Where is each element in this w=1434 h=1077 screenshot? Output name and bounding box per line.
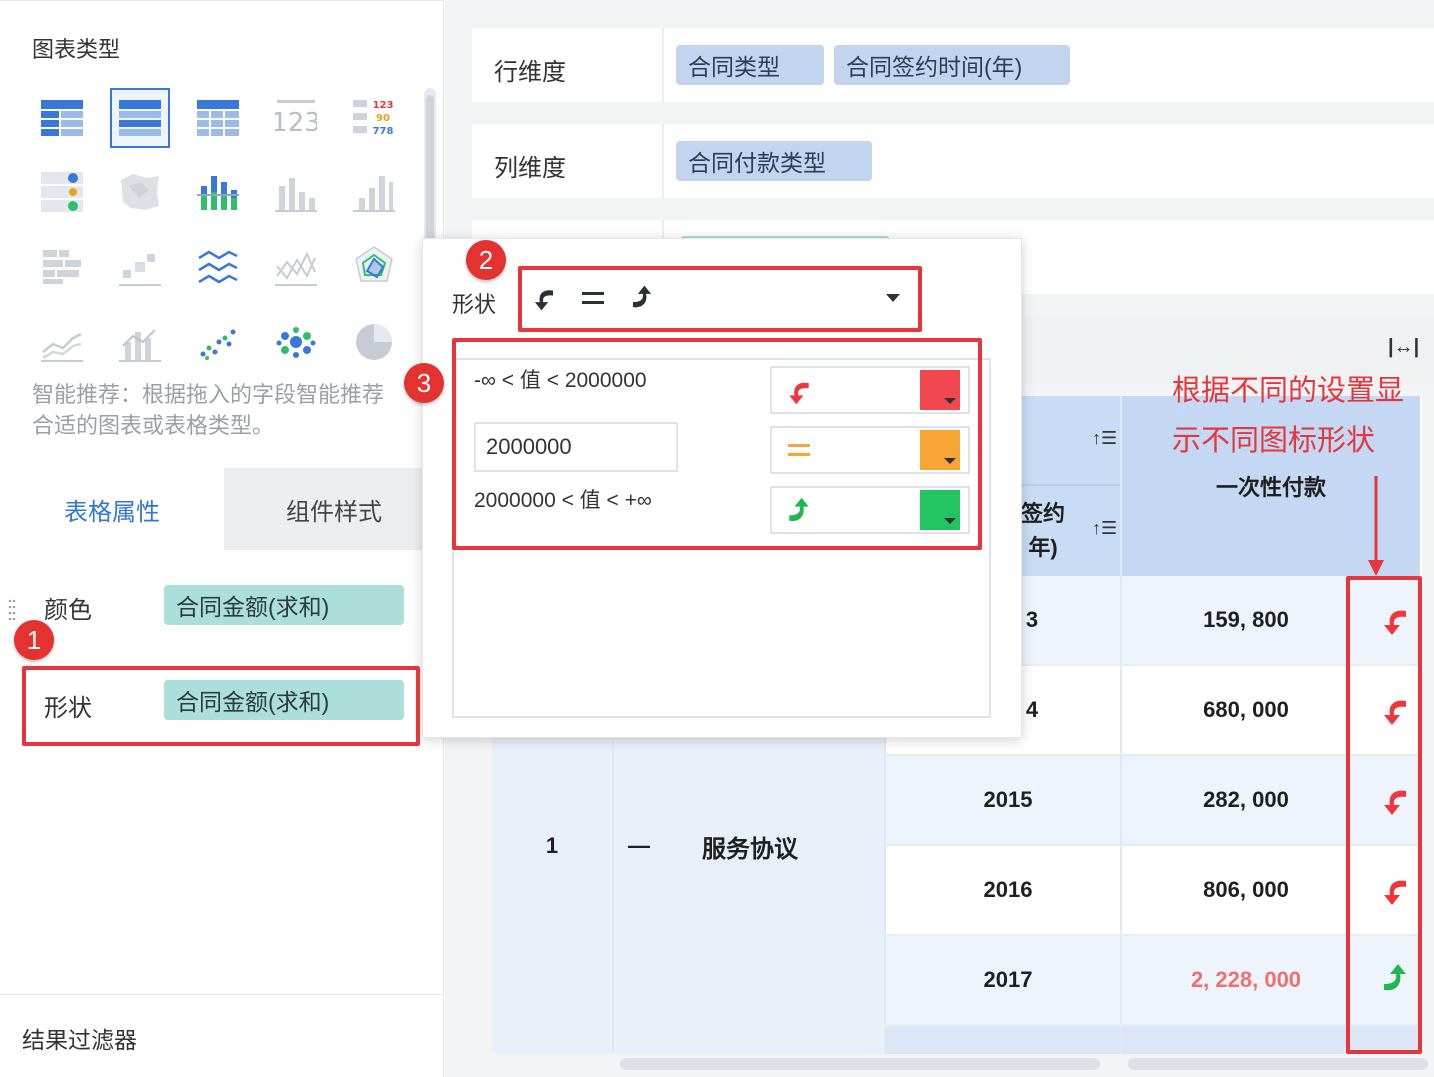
annotation-box-shape-set xyxy=(518,266,922,332)
line-icon[interactable] xyxy=(266,236,326,296)
multi-number-icon[interactable]: 123 90 778 xyxy=(344,88,404,148)
svg-text:123: 123 xyxy=(275,108,317,136)
annotation-box-shape-attr xyxy=(22,666,420,746)
stacked-bar-icon[interactable] xyxy=(188,162,248,222)
map-icon[interactable] xyxy=(110,162,170,222)
col-dimension-label: 列维度 xyxy=(494,155,566,182)
header-sign-year-top: 签约 xyxy=(1020,501,1065,526)
annotation-box-conditions xyxy=(452,338,982,550)
chart-type-title: 图表类型 xyxy=(32,37,121,62)
scatter-small-icon[interactable] xyxy=(110,236,170,296)
svg-text:90: 90 xyxy=(376,113,390,124)
grid-line xyxy=(884,844,1422,846)
year-cell: 4 xyxy=(1025,697,1039,722)
number-icon[interactable]: 123 xyxy=(266,88,326,148)
value-cell-highlight: 2, 228, 000 xyxy=(1190,967,1302,992)
pie-icon[interactable] xyxy=(344,312,404,372)
annotation-box-icons xyxy=(1346,576,1422,1054)
badge-3: 3 xyxy=(404,363,444,403)
attr-field-color[interactable]: 合同金额(求和) xyxy=(164,585,404,625)
value-cell: 159, 800 xyxy=(1203,607,1289,632)
smart-recommend-hint: 智能推荐：根据拖入的字段智能推荐合适的图表或表格类型。 xyxy=(32,382,385,438)
sort-icon[interactable]: ↑☰ xyxy=(1092,518,1117,539)
badge-1: 1 xyxy=(14,620,54,660)
tab-component-style[interactable]: 组件样式 xyxy=(224,468,444,550)
table-h-scrollbar[interactable] xyxy=(620,1058,1100,1070)
row-field-sign-year[interactable]: 合同签约时间(年) xyxy=(834,45,1070,85)
scatter-icon[interactable] xyxy=(188,312,248,372)
col-dimension-bar: 列维度 合同付款类型 xyxy=(472,124,1434,198)
collapse-icon[interactable]: — xyxy=(622,826,656,866)
row-index: 1 xyxy=(545,833,559,858)
annotation-arrow-icon xyxy=(1368,476,1384,576)
group-name: 服务协议 xyxy=(702,835,798,863)
year-cell: 2015 xyxy=(983,787,1033,812)
detail-table-icon[interactable] xyxy=(188,88,248,148)
value-cell: 806, 000 xyxy=(1203,877,1289,902)
column-icon[interactable] xyxy=(344,162,404,222)
stacked-line-icon[interactable] xyxy=(32,312,92,372)
progress-icon[interactable] xyxy=(32,162,92,222)
expand-width-icon[interactable]: |↔| xyxy=(1388,336,1419,359)
panel-tabs: 表格属性 组件样式 xyxy=(0,468,444,550)
table-icon[interactable] xyxy=(32,88,92,148)
row-dimension-divider xyxy=(662,28,664,102)
result-filter-section: 结果过滤器 xyxy=(0,994,444,1077)
row-field-contract-type[interactable]: 合同类型 xyxy=(676,45,824,85)
svg-text:778: 778 xyxy=(373,126,394,137)
result-filter-title: 结果过滤器 xyxy=(22,1027,137,1053)
chart-type-scrollbar-thumb[interactable] xyxy=(426,95,434,255)
value-cell: 282, 000 xyxy=(1203,787,1289,812)
year-cell: 3 xyxy=(1025,607,1039,632)
year-cell: 2017 xyxy=(983,967,1033,992)
svg-text:123: 123 xyxy=(373,100,394,111)
col-dimension-divider xyxy=(662,124,664,198)
popup-shape-label: 形状 xyxy=(452,292,497,317)
grid-line xyxy=(884,1024,1422,1026)
grid-line xyxy=(1022,484,1120,486)
badge-2: 2 xyxy=(466,240,506,280)
row-dimension-bar: 行维度 合同类型 合同签约时间(年) xyxy=(472,28,1434,102)
radar-icon[interactable] xyxy=(344,236,404,296)
left-panel-top-border xyxy=(0,0,444,6)
year-cell: 2016 xyxy=(983,877,1033,902)
grid-line xyxy=(884,934,1422,936)
attr-label-color: 颜色 xyxy=(44,597,92,624)
annotation-note-line-1: 根据不同的设置显 xyxy=(1172,375,1405,407)
grouped-bar-icon[interactable] xyxy=(32,236,92,296)
combo-icon[interactable] xyxy=(110,312,170,372)
attr-row-color: 颜色 合同金额(求和) xyxy=(24,566,420,642)
annotation-note-line-2: 示不同图标形状 xyxy=(1172,425,1376,457)
tab-table-properties[interactable]: 表格属性 xyxy=(0,468,224,550)
grid-line xyxy=(884,754,1422,756)
bar-icon[interactable] xyxy=(266,162,326,222)
drag-handle-icon[interactable] xyxy=(8,598,16,622)
sort-icon[interactable]: ↑☰ xyxy=(1092,428,1117,449)
row-band xyxy=(884,1024,1420,1054)
table-h-scrollbar-right[interactable] xyxy=(1128,1058,1428,1070)
area-line-icon[interactable] xyxy=(188,236,248,296)
cross-table-icon[interactable] xyxy=(110,88,170,148)
row-dimension-label: 行维度 xyxy=(494,59,566,86)
chart-type-grid: 123 123 90 778 xyxy=(32,88,422,378)
header-sign-year-bottom: 年) xyxy=(1028,535,1058,560)
bubble-icon[interactable] xyxy=(266,312,326,372)
col-field-payment-type[interactable]: 合同付款类型 xyxy=(676,141,872,181)
value-cell: 680, 000 xyxy=(1203,697,1289,722)
